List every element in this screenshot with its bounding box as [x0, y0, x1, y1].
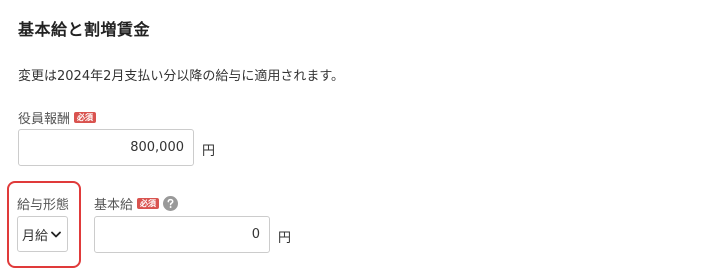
officer-compensation-input[interactable]	[18, 129, 194, 166]
base-salary-label-group: 基本給 必須	[94, 194, 179, 213]
effective-date-note: 変更は2024年2月支払い分以降の給与に適用されます。	[18, 69, 345, 84]
officer-compensation-label: 役員報酬	[18, 112, 71, 127]
required-badge: 必須	[137, 198, 160, 209]
pay-type-select[interactable]: 月給	[17, 216, 68, 252]
officer-compensation-label-group: 役員報酬 必須	[18, 108, 97, 127]
base-salary-label: 基本給	[94, 198, 134, 213]
pay-type-selected-value: 月給	[22, 228, 49, 244]
chevron-down-icon	[51, 231, 61, 238]
section-title: 基本給と割増賃金	[18, 20, 151, 39]
pay-type-label-text: 給与形態	[17, 198, 70, 213]
pay-type-label: 給与形態	[17, 194, 69, 213]
required-badge: 必須	[74, 112, 97, 123]
base-salary-input[interactable]	[94, 216, 270, 253]
officer-compensation-unit: 円	[202, 144, 216, 159]
base-salary-unit: 円	[278, 231, 292, 246]
question-circle-icon[interactable]	[163, 196, 179, 211]
